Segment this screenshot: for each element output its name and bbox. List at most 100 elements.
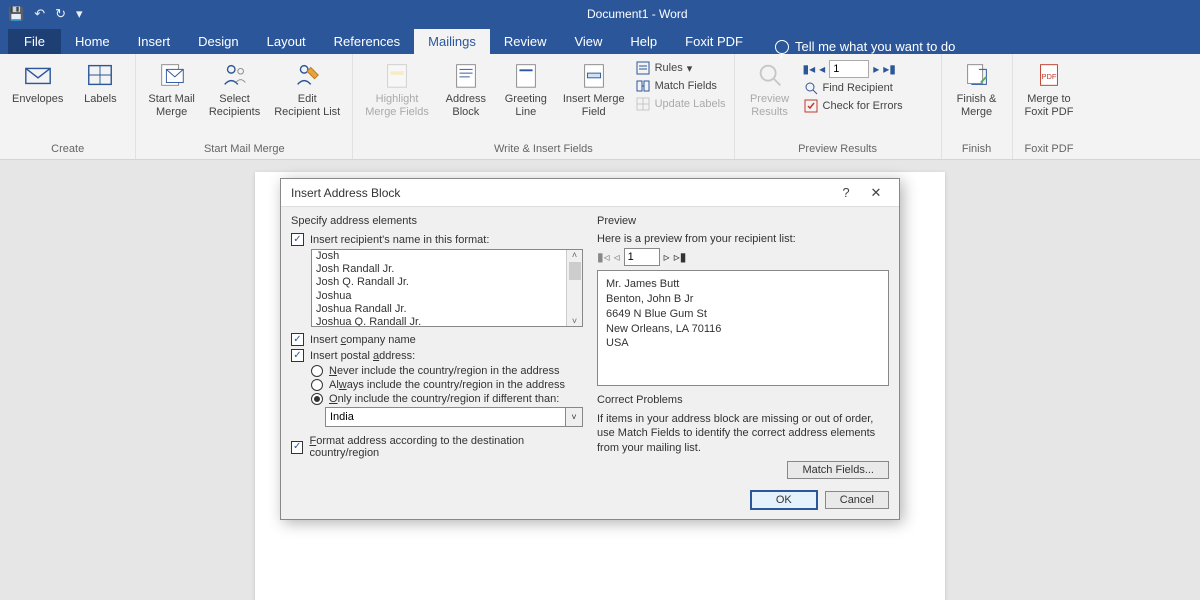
- preview-line: Benton, John B Jr: [606, 292, 880, 307]
- preview-last-icon[interactable]: ▹▮: [674, 250, 687, 264]
- last-record-icon[interactable]: ▸▮: [883, 62, 896, 76]
- envelopes-button[interactable]: Envelopes: [8, 58, 67, 108]
- preview-line: New Orleans, LA 70116: [606, 322, 880, 337]
- select-recipients-button[interactable]: Select Recipients: [205, 58, 264, 120]
- envelope-icon: [23, 60, 53, 90]
- checkbox-icon: [291, 233, 304, 246]
- dialog-titlebar: Insert Address Block ? ✕: [281, 179, 899, 207]
- dialog-help-button[interactable]: ?: [831, 185, 861, 200]
- correct-problems-message: If items in your address block are missi…: [597, 412, 889, 455]
- list-item[interactable]: Josh Randall Jr.: [312, 263, 582, 276]
- group-label-finish: Finish: [950, 140, 1004, 159]
- tab-home[interactable]: Home: [61, 29, 124, 54]
- specify-elements-label: Specify address elements: [291, 215, 583, 227]
- group-label-preview: Preview Results: [743, 140, 933, 159]
- next-record-icon[interactable]: ▸: [873, 62, 879, 76]
- radio-only-if-different[interactable]: Only include the country/region if diffe…: [311, 393, 583, 405]
- rules-button[interactable]: Rules ▾: [635, 60, 726, 76]
- match-fields-button[interactable]: Match Fields: [635, 78, 726, 94]
- preview-sublabel: Here is a preview from your recipient li…: [597, 233, 889, 245]
- chevron-down-icon[interactable]: ˅: [565, 407, 583, 427]
- svg-text:PDF: PDF: [1041, 72, 1056, 81]
- insert-postal-checkbox[interactable]: Insert postal address:: [291, 349, 583, 362]
- save-icon[interactable]: 💾: [8, 6, 24, 22]
- tell-me-label: Tell me what you want to do: [795, 39, 955, 54]
- dialog-close-button[interactable]: ✕: [861, 185, 891, 201]
- scroll-up-icon[interactable]: ˄: [572, 250, 577, 260]
- list-item[interactable]: Josh Q. Randall Jr.: [312, 276, 582, 289]
- preview-results-icon: [755, 60, 785, 90]
- greeting-line-button[interactable]: Greeting Line: [499, 58, 553, 120]
- prev-record-icon[interactable]: ◂: [819, 62, 825, 76]
- insert-merge-field-button[interactable]: Insert Merge Field: [559, 58, 629, 120]
- finish-merge-button[interactable]: Finish & Merge: [950, 58, 1004, 120]
- tab-mailings[interactable]: Mailings: [414, 29, 490, 54]
- address-block-icon: [451, 60, 481, 90]
- group-create: Envelopes Labels Create: [0, 54, 136, 159]
- rules-icon: [635, 60, 651, 76]
- tab-insert[interactable]: Insert: [124, 29, 185, 54]
- tab-design[interactable]: Design: [184, 29, 252, 54]
- tab-references[interactable]: References: [320, 29, 414, 54]
- ribbon: Envelopes Labels Create Start Mail Merge…: [0, 54, 1200, 160]
- group-foxit: PDF Merge to Foxit PDF Foxit PDF: [1013, 54, 1086, 159]
- customize-qat-icon[interactable]: ▾: [76, 6, 83, 22]
- country-combobox[interactable]: ˅: [325, 407, 583, 427]
- tab-help[interactable]: Help: [616, 29, 671, 54]
- check-for-errors-button[interactable]: Check for Errors: [803, 98, 933, 114]
- start-mail-merge-button[interactable]: Start Mail Merge: [144, 58, 198, 120]
- redo-icon[interactable]: ↻: [55, 6, 66, 22]
- finish-merge-icon: [962, 60, 992, 90]
- tell-me-search[interactable]: Tell me what you want to do: [775, 39, 955, 54]
- tab-layout[interactable]: Layout: [253, 29, 320, 54]
- ribbon-tabs: File Home Insert Design Layout Reference…: [0, 27, 1200, 54]
- preview-next-icon[interactable]: ▹: [664, 250, 670, 264]
- list-item[interactable]: Josh: [312, 250, 582, 263]
- checkbox-icon: [291, 333, 304, 346]
- record-number-input[interactable]: [829, 60, 869, 78]
- preview-prev-icon[interactable]: ◃: [614, 250, 620, 264]
- list-item[interactable]: Joshua: [312, 290, 582, 303]
- labels-button[interactable]: Labels: [73, 58, 127, 108]
- format-by-destination-checkbox[interactable]: Format address according to the destinat…: [291, 435, 583, 459]
- select-recipients-icon: [220, 60, 250, 90]
- ok-button[interactable]: OK: [751, 491, 817, 509]
- lightbulb-icon: [775, 40, 789, 54]
- cancel-button[interactable]: Cancel: [825, 491, 889, 509]
- edit-recipient-list-button[interactable]: Edit Recipient List: [270, 58, 344, 120]
- radio-always[interactable]: Always include the country/region in the…: [311, 379, 583, 391]
- find-recipient-button[interactable]: Find Recipient: [803, 80, 933, 96]
- merge-to-foxit-button[interactable]: PDF Merge to Foxit PDF: [1021, 58, 1078, 120]
- match-fields-button[interactable]: Match Fields...: [787, 461, 889, 479]
- labels-icon: [85, 60, 115, 90]
- undo-icon[interactable]: ↶: [34, 6, 45, 22]
- radio-never[interactable]: Never include the country/region in the …: [311, 365, 583, 377]
- group-start-mail-merge: Start Mail Merge Select Recipients Edit …: [136, 54, 353, 159]
- tab-foxit[interactable]: Foxit PDF: [671, 29, 757, 54]
- tab-file[interactable]: File: [8, 29, 61, 54]
- checkbox-icon: [291, 349, 304, 362]
- tab-view[interactable]: View: [560, 29, 616, 54]
- preview-line: 6649 N Blue Gum St: [606, 307, 880, 322]
- country-input[interactable]: [325, 407, 565, 427]
- group-label-write: Write & Insert Fields: [361, 140, 725, 159]
- first-record-icon[interactable]: ▮◂: [803, 62, 816, 76]
- preview-first-icon[interactable]: ▮◃: [597, 250, 610, 264]
- preview-record-input[interactable]: [624, 248, 660, 266]
- insert-company-checkbox[interactable]: Insert company name: [291, 333, 583, 346]
- scroll-down-icon[interactable]: ˅: [572, 316, 577, 326]
- group-finish: Finish & Merge Finish: [942, 54, 1013, 159]
- list-item[interactable]: Joshua Q. Randall Jr.: [312, 316, 582, 327]
- name-format-listbox[interactable]: Josh Josh Randall Jr. Josh Q. Randall Jr…: [311, 249, 583, 327]
- list-item[interactable]: Joshua Randall Jr.: [312, 303, 582, 316]
- insert-merge-field-icon: [579, 60, 609, 90]
- radio-icon: [311, 393, 323, 405]
- preview-results-button[interactable]: Preview Results: [743, 58, 797, 120]
- tab-review[interactable]: Review: [490, 29, 561, 54]
- insert-name-checkbox[interactable]: Insert recipient's name in this format:: [291, 233, 583, 246]
- update-labels-button: Update Labels: [635, 96, 726, 112]
- preview-line: Mr. James Butt: [606, 277, 880, 292]
- scrollbar[interactable]: ˄ ˅: [566, 250, 582, 326]
- address-block-button[interactable]: Address Block: [439, 58, 493, 120]
- scroll-thumb[interactable]: [569, 262, 581, 280]
